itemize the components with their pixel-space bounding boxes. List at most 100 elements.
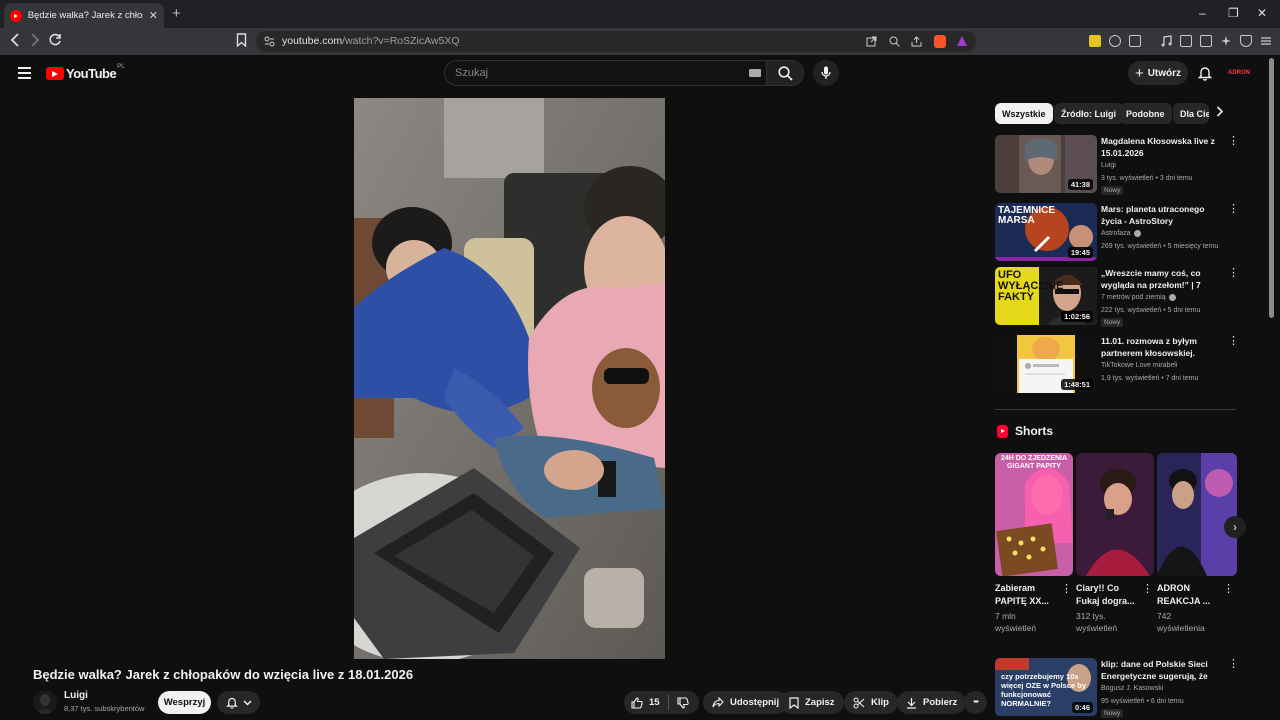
create-button[interactable]: + Utwórz	[1128, 61, 1188, 85]
video-thumbnail[interactable]: TAJEMNICE MARSA 19:45	[995, 203, 1097, 261]
save-button[interactable]: Zapisz	[780, 691, 844, 714]
recommendation-channel[interactable]: Bogusz J. Kasowski	[1101, 685, 1163, 692]
hamburger-menu-icon[interactable]	[18, 67, 31, 82]
recommendation-item[interactable]: 41:38 Magdalena Kłosowska live z 15.01.2…	[995, 135, 1245, 197]
address-bar[interactable]: youtube.com/watch?v=RoSZicAw5XQ	[256, 31, 976, 52]
search-icon	[778, 66, 793, 81]
recommendation-item[interactable]: UFO WYŁĄCZNIE FAKTY 1:02:56 „Wreszcie ma…	[995, 267, 1245, 329]
verified-icon	[1133, 230, 1141, 237]
voice-search-button[interactable]	[813, 60, 839, 86]
more-options-icon[interactable]: ⋮	[1228, 136, 1239, 147]
short-title[interactable]: Zabieram PAPITĘ XX...	[995, 582, 1059, 608]
recommendation-channel[interactable]: 7 metrów pod ziemią	[1101, 294, 1176, 301]
support-button[interactable]: Wesprzyj	[158, 691, 211, 714]
short-item[interactable]: 24H DO ZJEDZENIA GIGANT PAPITY Zabieram …	[995, 453, 1073, 634]
share-button[interactable]: Udostępnij	[703, 691, 789, 714]
youtube-favicon-icon	[10, 9, 22, 22]
recommendation-item[interactable]: TAJEMNICE MARSA 19:45 Mars: planeta utra…	[995, 203, 1245, 265]
recommendation-title[interactable]: klip: dane od Polskie Sieci Energetyczne…	[1101, 658, 1223, 682]
page-scrollbar[interactable]	[1269, 58, 1274, 318]
more-options-icon[interactable]: ⋮	[1228, 659, 1239, 670]
tab-close-icon[interactable]: ✕	[149, 9, 158, 22]
keyboard-icon[interactable]	[749, 69, 761, 77]
more-options-icon[interactable]: ⋮	[1228, 336, 1239, 347]
channel-name[interactable]: Luigi	[64, 690, 88, 701]
video-player[interactable]	[354, 98, 665, 659]
recommendation-title[interactable]: 11.01. rozmowa z byłym partnerem kłosows…	[1101, 335, 1223, 359]
open-external-icon[interactable]	[866, 36, 877, 47]
short-item[interactable]: Ciary!! Co Fukaj dogra... 312 tys. wyświ…	[1076, 453, 1154, 634]
recommendation-channel[interactable]: Astrofaza	[1101, 230, 1141, 237]
like-button[interactable]	[631, 696, 643, 709]
clip-button[interactable]: Klip	[844, 691, 898, 714]
extensions-puzzle-icon[interactable]	[1109, 35, 1121, 47]
forward-arrow-icon[interactable]	[30, 33, 40, 47]
reading-list-icon[interactable]	[1129, 35, 1141, 47]
zoom-icon[interactable]	[889, 36, 900, 47]
brave-shields-icon[interactable]	[934, 35, 946, 48]
browser-menu-icon[interactable]	[1260, 35, 1272, 47]
video-thumbnail[interactable]: 41:38	[995, 135, 1097, 193]
download-button[interactable]: Pobierz	[897, 691, 967, 714]
new-badge: Nowy	[1101, 186, 1124, 195]
leo-ai-icon[interactable]	[1220, 35, 1232, 47]
view-count: 95 wyświetleń	[1101, 698, 1145, 705]
chip-from-channel[interactable]: Źródło: Luigi	[1054, 103, 1123, 124]
short-item[interactable]: ADRON REAKCJA ... 742 wyświetlenia ⋮	[1157, 453, 1237, 634]
channel-avatar[interactable]	[33, 690, 57, 714]
extension-icon[interactable]	[1089, 35, 1101, 47]
chips-next-chevron-icon[interactable]	[1216, 106, 1224, 117]
minimize-button[interactable]: –	[1199, 6, 1206, 20]
recommendation-title[interactable]: Mars: planeta utraconego życia - AstroSt…	[1101, 203, 1223, 227]
recommendation-item[interactable]: 1:48:51 11.01. rozmowa z byłym partnerem…	[995, 335, 1245, 397]
channel-label: Astrofaza	[1101, 230, 1131, 237]
video-thumbnail[interactable]: 1:48:51	[995, 335, 1097, 393]
vpn-shield-icon[interactable]	[1240, 35, 1252, 47]
video-thumbnail[interactable]: czy potrzebujemy 10x więcej OZE w Polsce…	[995, 658, 1097, 716]
channel-label: Bogusz J. Kasowski	[1101, 685, 1164, 692]
short-thumbnail[interactable]: 24H DO ZJEDZENIA GIGANT PAPITY	[995, 453, 1073, 576]
browser-tab[interactable]: Będzie walka? Jarek z chłopaków do wzięc…	[4, 3, 164, 28]
short-thumbnail[interactable]	[1157, 453, 1237, 576]
short-title[interactable]: ADRON REAKCJA ...	[1157, 582, 1221, 608]
verified-icon	[1168, 294, 1176, 301]
short-thumbnail[interactable]	[1076, 453, 1154, 576]
more-options-icon[interactable]: ⋮	[1142, 584, 1153, 595]
site-settings-icon[interactable]	[264, 36, 275, 47]
youtube-logo[interactable]: YouTube PL	[46, 64, 125, 81]
chip-related[interactable]: Podobne	[1119, 103, 1172, 124]
video-thumbnail[interactable]: UFO WYŁĄCZNIE FAKTY 1:02:56	[995, 267, 1097, 325]
bookmark-icon[interactable]	[236, 33, 247, 47]
notifications-bell-icon[interactable]	[1198, 65, 1212, 81]
wallet-icon[interactable]	[1200, 35, 1212, 47]
recommendation-item[interactable]: czy potrzebujemy 10x więcej OZE w Polsce…	[995, 658, 1245, 720]
chip-all[interactable]: Wszystkie	[995, 103, 1053, 124]
close-window-button[interactable]: ✕	[1257, 6, 1267, 20]
brave-rewards-icon[interactable]	[957, 36, 967, 46]
more-options-icon[interactable]: ⋮	[1223, 584, 1234, 595]
recommendation-title[interactable]: „Wreszcie mamy coś, co wygląda na przeło…	[1101, 267, 1223, 291]
subscription-bell-button[interactable]	[217, 691, 260, 714]
share-page-icon[interactable]	[911, 36, 922, 47]
short-title[interactable]: Ciary!! Co Fukaj dogra...	[1076, 582, 1140, 608]
search-button[interactable]	[767, 60, 804, 86]
url-text[interactable]: youtube.com/watch?v=RoSZicAw5XQ	[282, 35, 460, 47]
more-actions-button[interactable]: •••	[964, 691, 987, 714]
dislike-button[interactable]	[677, 696, 689, 709]
more-options-icon[interactable]: ⋮	[1228, 204, 1239, 215]
recommendation-title[interactable]: Magdalena Kłosowska live z 15.01.2026	[1101, 135, 1223, 159]
recommendation-channel[interactable]: TikTokowe Love mirabeli	[1101, 362, 1177, 369]
recommendation-channel[interactable]: Luigi	[1101, 162, 1116, 169]
account-avatar[interactable]: ADRON	[1228, 63, 1250, 83]
sidebar-toggle-icon[interactable]	[1180, 35, 1192, 47]
maximize-button[interactable]: ❐	[1228, 6, 1239, 20]
media-controls-icon[interactable]	[1160, 35, 1172, 47]
shorts-next-chevron-icon[interactable]: ›	[1224, 516, 1246, 538]
search-input[interactable]	[455, 65, 735, 81]
chip-for-you[interactable]: Dla Ciebie	[1173, 103, 1209, 124]
reload-icon[interactable]	[48, 33, 62, 47]
back-arrow-icon[interactable]	[10, 33, 20, 47]
more-options-icon[interactable]: ⋮	[1228, 268, 1239, 279]
new-tab-button[interactable]: +	[172, 5, 181, 22]
more-options-icon[interactable]: ⋮	[1061, 584, 1072, 595]
